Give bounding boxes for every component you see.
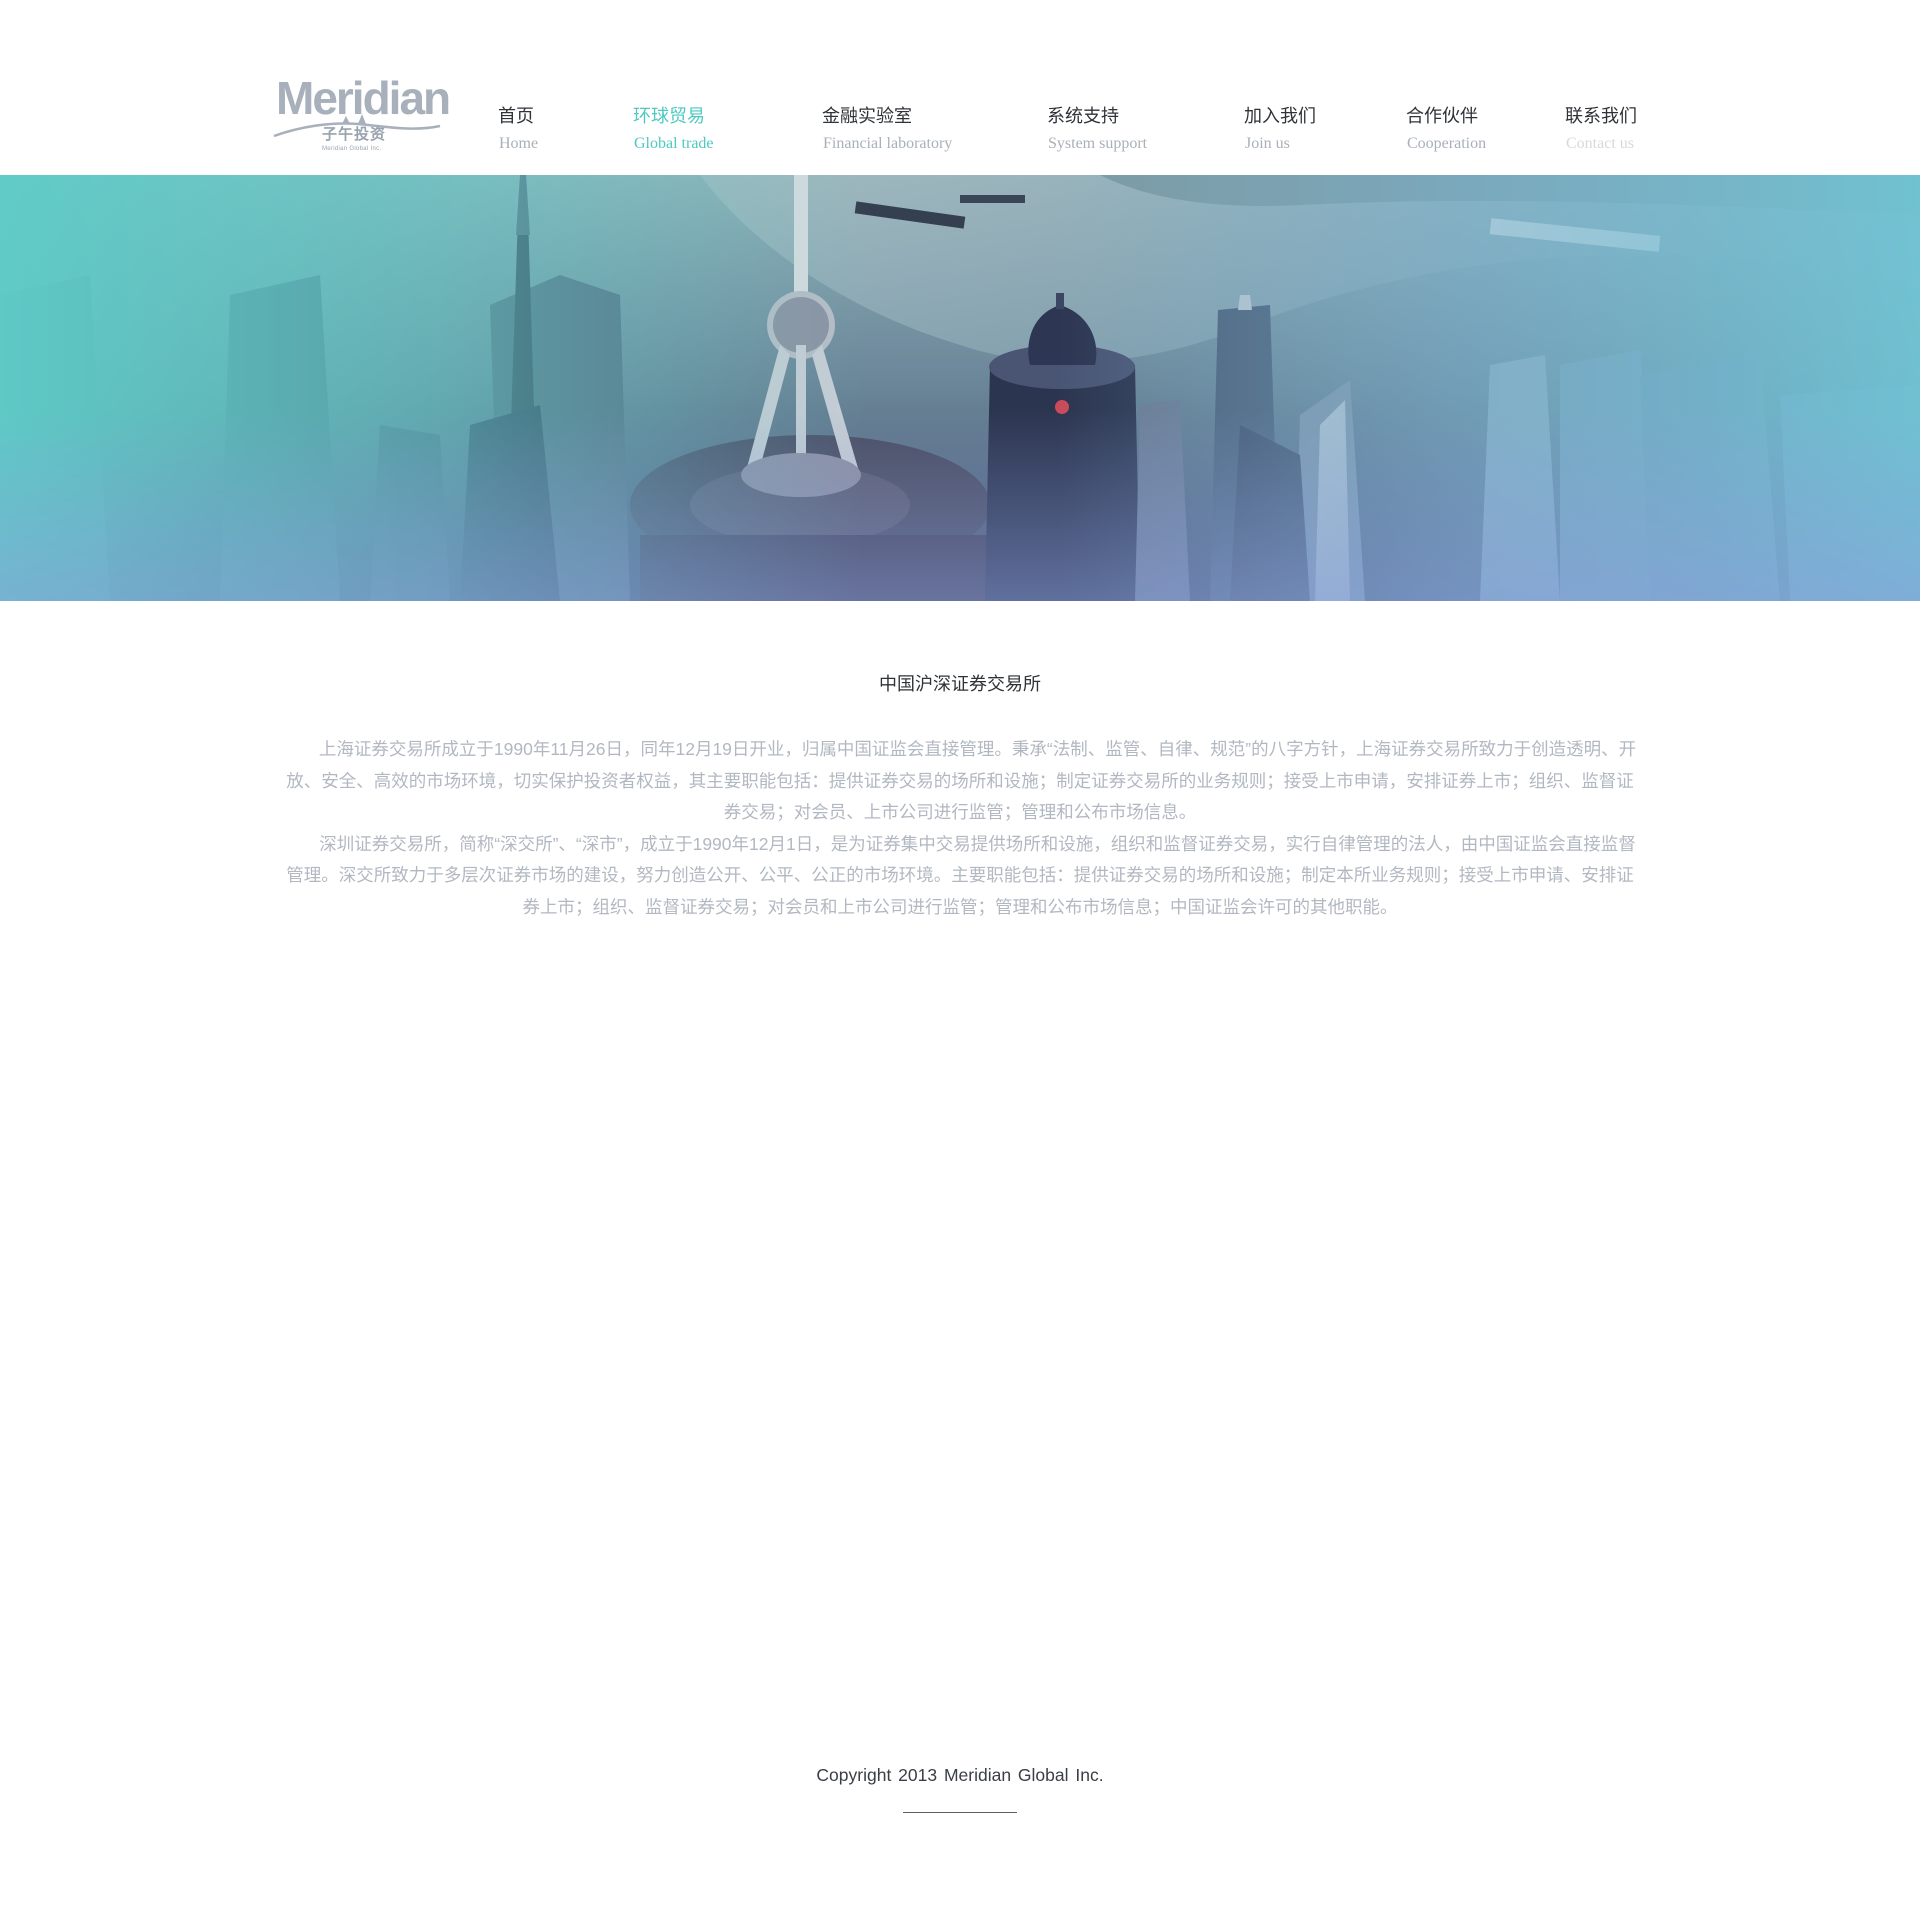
nav-item-global-trade[interactable]: 环球贸易 Global trade [633,104,714,154]
nav-item-financial-laboratory[interactable]: 金融实验室 Financial laboratory [822,104,952,154]
main-content: 中国沪深证券交易所 上海证券交易所成立于1990年11月26日，同年12月19日… [280,672,1640,923]
paragraph-shanghai-exchange: 上海证券交易所成立于1990年11月26日，同年12月19日开业，归属中国证监会… [286,739,1637,822]
nav-label-en: Home [499,135,539,152]
nav-item-system-support[interactable]: 系统支持 System support [1047,104,1147,154]
nav-label-cn: 系统支持 [1047,106,1119,126]
nav-label-en: Cooperation [1407,135,1487,152]
main-nav: 首页 Home 环球贸易 Global trade 金融实验室 Financia… [0,104,1920,164]
nav-label-cn: 环球贸易 [633,106,705,126]
hero-banner [0,175,1920,601]
footer-divider [903,1812,1017,1813]
nav-item-join-us[interactable]: 加入我们 Join us [1244,104,1316,154]
nav-label-en: Join us [1245,135,1290,152]
nav-label-en: System support [1048,135,1148,152]
nav-item-home[interactable]: 首页 Home [498,104,538,154]
site-header: Meridian 子午投资 Meridian Global Inc. 首页 Ho… [0,0,1920,175]
nav-label-en: Global trade [634,135,714,152]
nav-label-en: Contact us [1566,135,1634,152]
nav-item-contact-us[interactable]: 联系我们 Contact us [1565,104,1637,154]
nav-label-cn: 金融实验室 [822,106,912,126]
nav-label-en: Financial laboratory [823,135,953,152]
paragraph-shenzhen-exchange: 深圳证券交易所，简称“深交所”、“深市”，成立于1990年12月1日，是为证券集… [286,833,1636,917]
nav-item-cooperation[interactable]: 合作伙伴 Cooperation [1406,104,1486,154]
banner-cityscape-image [0,175,1920,601]
nav-label-cn: 联系我们 [1565,106,1637,126]
site-footer: Copyright 2013 Meridian Global Inc. [0,1763,1920,1813]
copyright-text: Copyright 2013 Meridian Global Inc. [816,1765,1104,1785]
nav-label-cn: 合作伙伴 [1406,106,1478,126]
nav-label-cn: 加入我们 [1244,106,1316,126]
page: Meridian 子午投资 Meridian Global Inc. 首页 Ho… [0,0,1920,1920]
nav-label-cn: 首页 [498,106,534,126]
section-title: 中国沪深证券交易所 [879,674,1041,694]
